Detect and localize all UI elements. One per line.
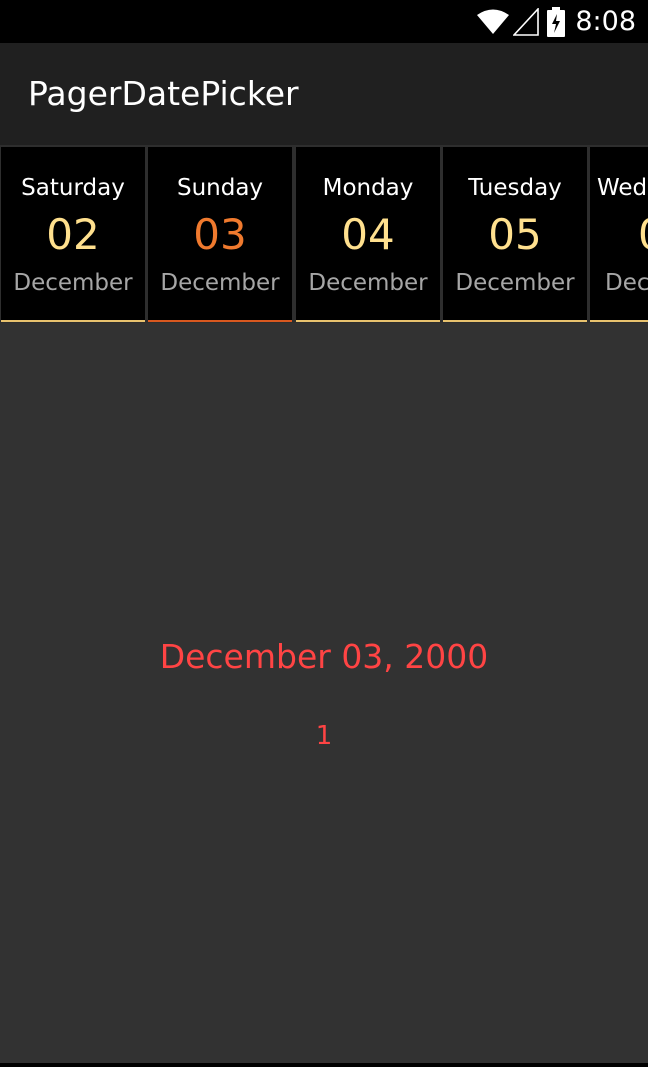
day-number: 04 xyxy=(341,210,395,259)
tile-underline xyxy=(443,320,587,322)
month-name: December xyxy=(13,270,133,296)
app-screen: 8:08 PagerDatePicker Saturday 02 Decembe… xyxy=(0,0,648,1067)
day-tile-monday[interactable]: Monday 04 December xyxy=(296,147,440,322)
day-name: Monday xyxy=(322,175,414,201)
day-name: Sunday xyxy=(176,175,264,201)
day-number: 02 xyxy=(46,210,100,259)
day-tile-saturday[interactable]: Saturday 02 December xyxy=(1,147,145,322)
page-index-label: 1 xyxy=(315,721,333,751)
wifi-icon xyxy=(476,8,510,36)
signal-icon xyxy=(513,7,540,36)
tile-underline xyxy=(296,320,440,322)
selected-date-label: December 03, 2000 xyxy=(159,637,489,676)
status-time: 8:08 xyxy=(575,6,636,37)
month-name: December xyxy=(308,270,428,296)
tile-underline xyxy=(590,320,648,322)
day-name: Saturday xyxy=(21,175,125,201)
month-name: Dec xyxy=(605,270,648,296)
day-tile-tuesday[interactable]: Tuesday 05 December xyxy=(443,147,587,322)
day-tile-sunday[interactable]: Sunday 03 December xyxy=(148,147,292,322)
action-bar: PagerDatePicker xyxy=(0,43,648,145)
status-icons: 8:08 xyxy=(476,0,636,43)
day-number: 03 xyxy=(193,210,247,259)
status-bar: 8:08 xyxy=(0,0,648,43)
month-name: December xyxy=(160,270,280,296)
day-number: 05 xyxy=(488,210,542,259)
bottom-divider xyxy=(0,1063,648,1067)
app-title: PagerDatePicker xyxy=(28,74,299,113)
month-name: December xyxy=(455,270,575,296)
day-name: Wed xyxy=(597,175,648,201)
battery-charging-icon xyxy=(547,6,566,37)
day-tile-wednesday[interactable]: Wed 0 Dec xyxy=(590,147,648,322)
day-name: Tuesday xyxy=(468,175,562,201)
content-area: December 03, 2000 1 xyxy=(0,323,648,1063)
day-number: 0 xyxy=(638,209,648,261)
date-pager[interactable]: Saturday 02 December Sunday 03 December … xyxy=(0,145,648,323)
tile-underline xyxy=(1,320,145,322)
selected-underline xyxy=(148,320,292,322)
